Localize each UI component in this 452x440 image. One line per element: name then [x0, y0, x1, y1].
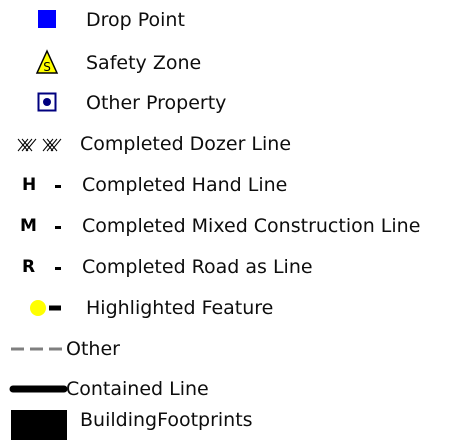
legend-item-other: Other [0, 329, 452, 369]
mixed-line-icon: M [0, 206, 80, 246]
legend-item-safety-zone: S Safety Zone [0, 43, 452, 83]
mixed-line-tick [55, 226, 61, 229]
legend-label: Safety Zone [86, 52, 202, 74]
legend-label: Highlighted Feature [86, 297, 274, 319]
dozer-line-icon [17, 138, 62, 152]
legend-item-building-footprints: BuildingFootprints [0, 400, 452, 440]
svg-text:S: S [43, 60, 51, 74]
legend-item-completed-hand-line: H Completed Hand Line [0, 165, 452, 205]
map-legend: Drop Point S Safety Zone Other Property … [0, 0, 452, 440]
safety-zone-triangle-icon: S [35, 49, 59, 74]
legend-label: Completed Dozer Line [80, 133, 292, 155]
legend-item-drop-point: Drop Point [0, 0, 452, 40]
legend-label: Completed Mixed Construction Line [82, 215, 421, 237]
highlight-dot-dash-icon [30, 300, 61, 316]
road-line-icon: R [0, 247, 80, 287]
legend-label: Completed Road as Line [82, 256, 313, 278]
legend-label: Other [66, 338, 120, 360]
road-line-letter: R [22, 257, 36, 277]
mixed-line-letter: M [20, 216, 37, 236]
legend-item-completed-road-as-line: R Completed Road as Line [0, 247, 452, 287]
black-rectangle-icon [11, 410, 67, 440]
legend-label: Completed Hand Line [82, 174, 288, 196]
road-line-tick [55, 267, 61, 270]
hand-line-tick [55, 185, 61, 188]
legend-item-completed-mixed-construction-line: M Completed Mixed Construction Line [0, 206, 452, 246]
legend-label: Drop Point [86, 9, 185, 31]
hand-line-icon: H [0, 165, 80, 205]
dot-in-square-icon [37, 92, 57, 112]
hand-line-letter: H [22, 175, 37, 195]
legend-label: BuildingFootprints [80, 409, 253, 431]
legend-label: Other Property [86, 92, 227, 114]
blue-square-icon [38, 10, 56, 28]
legend-item-highlighted-feature: Highlighted Feature [0, 288, 452, 328]
legend-item-completed-dozer-line: Completed Dozer Line [0, 124, 452, 164]
legend-item-other-property: Other Property [0, 83, 452, 123]
